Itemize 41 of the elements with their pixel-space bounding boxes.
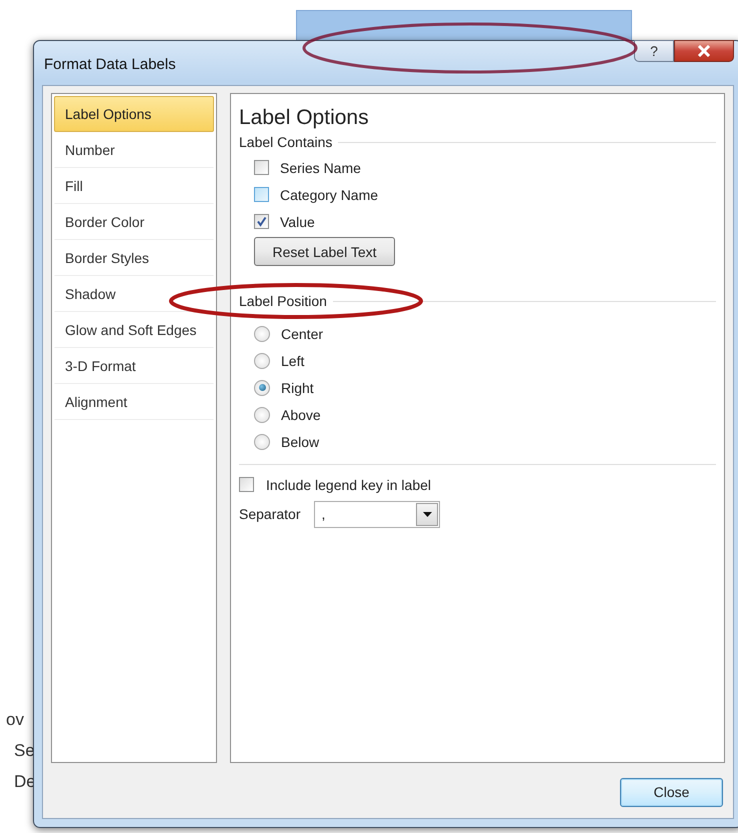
separator-label: Separator bbox=[239, 506, 300, 522]
sidebar-item[interactable]: Border Color bbox=[54, 204, 214, 240]
radio-button[interactable] bbox=[254, 406, 270, 422]
reset-button[interactable]: Reset Label Text bbox=[254, 237, 395, 266]
radio-button[interactable] bbox=[254, 326, 270, 342]
checkbox[interactable] bbox=[254, 160, 269, 175]
sidebar-item[interactable]: Label Options bbox=[54, 96, 214, 132]
checkbox[interactable] bbox=[254, 214, 269, 229]
sidebar-item[interactable]: Fill bbox=[54, 168, 214, 204]
sidebar-item[interactable]: Glow and Soft Edges bbox=[54, 312, 214, 348]
help-button[interactable]: ? bbox=[634, 40, 674, 62]
sidebar-item[interactable]: Border Styles bbox=[54, 240, 214, 276]
radio-label: Center bbox=[281, 326, 324, 342]
background-text: Se bbox=[14, 741, 35, 761]
radio-button[interactable] bbox=[254, 434, 270, 450]
checkbox-label: Value bbox=[280, 214, 315, 230]
dropdown-arrow-icon bbox=[422, 512, 432, 516]
background-text: ov bbox=[6, 710, 24, 730]
radio-label: Left bbox=[281, 352, 304, 368]
radio-button[interactable] bbox=[254, 352, 270, 368]
panel-title: Label Options bbox=[239, 106, 370, 130]
sidebar-item[interactable]: Number bbox=[54, 132, 214, 168]
window-title: Format Data Labels bbox=[43, 56, 176, 72]
radio-label: Below bbox=[281, 434, 320, 450]
sidebar-item[interactable]: Alignment bbox=[54, 384, 214, 420]
close-icon bbox=[697, 45, 711, 57]
section-heading: Label Contains bbox=[239, 134, 332, 150]
radio-label: Right bbox=[281, 380, 314, 396]
close-button[interactable] bbox=[674, 40, 734, 62]
close-button[interactable]: Close bbox=[620, 778, 723, 806]
checkbox[interactable] bbox=[239, 477, 254, 492]
section-heading: Label Position bbox=[239, 293, 327, 309]
sidebar-item[interactable]: Shadow bbox=[54, 276, 214, 312]
checkbox-label: Include legend key in label bbox=[266, 476, 432, 492]
separator-dropdown[interactable]: , bbox=[314, 500, 440, 528]
radio-button[interactable] bbox=[254, 380, 270, 396]
checkbox-label: Series Name bbox=[280, 160, 361, 176]
sidebar-item[interactable]: 3-D Format bbox=[54, 348, 214, 384]
checkbox[interactable] bbox=[254, 187, 269, 202]
checkbox-label: Category Name bbox=[280, 186, 378, 202]
radio-label: Above bbox=[281, 406, 321, 422]
